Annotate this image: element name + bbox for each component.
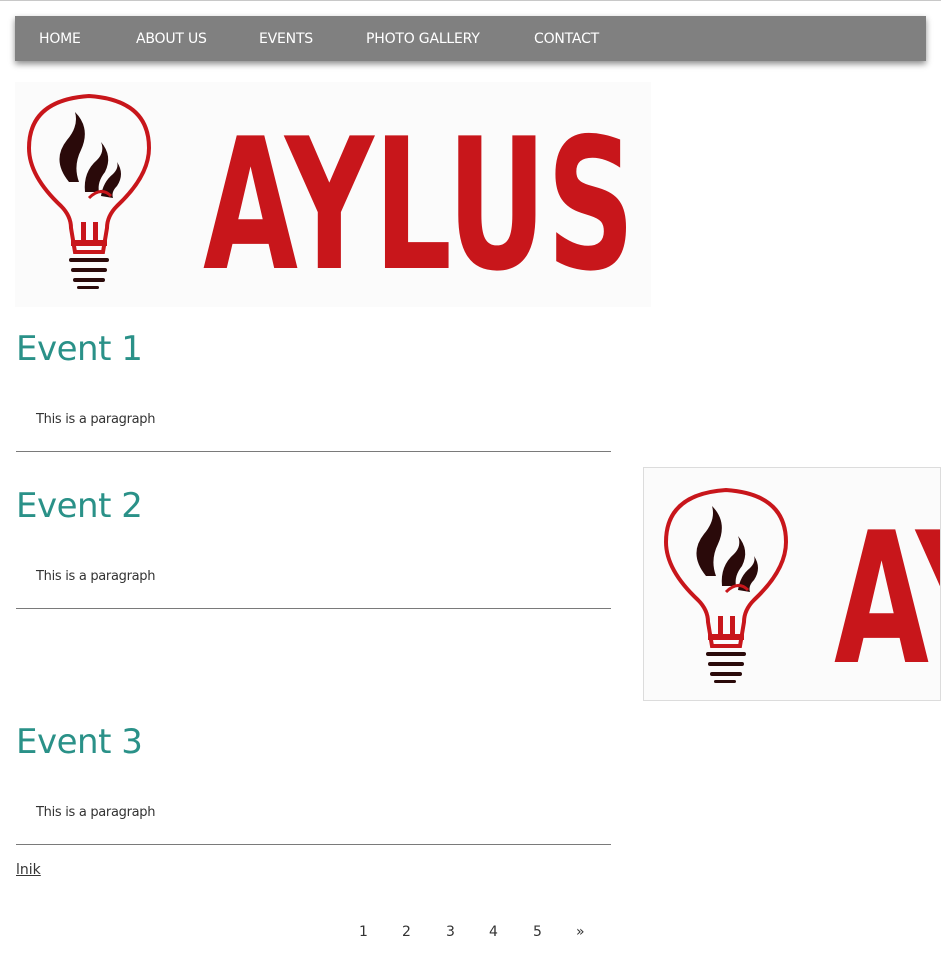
next-page-button[interactable]: » bbox=[576, 924, 585, 940]
text-link[interactable]: lnik bbox=[16, 862, 41, 878]
event-2-title: Event 2 bbox=[16, 486, 143, 526]
nav-events[interactable]: EVENTS bbox=[259, 16, 313, 61]
page-2[interactable]: 2 bbox=[402, 924, 411, 940]
logo-wordmark: AYLUS bbox=[203, 99, 635, 307]
logo-wordmark: AYLUS bbox=[834, 493, 941, 701]
event-3-paragraph: This is a paragraph bbox=[36, 805, 156, 820]
event-1-title: Event 1 bbox=[16, 329, 143, 369]
top-border-line bbox=[0, 0, 941, 1]
event-1-paragraph: This is a paragraph bbox=[36, 412, 156, 427]
event-1-divider bbox=[16, 451, 611, 452]
lightbulb-flame-icon: AYLUS bbox=[664, 488, 941, 701]
pagination: 1 2 3 4 5 » bbox=[0, 924, 941, 946]
nav-about-us[interactable]: ABOUT US bbox=[136, 16, 207, 61]
event-2-divider bbox=[16, 608, 611, 609]
main-navigation: HOME ABOUT US EVENTS PHOTO GALLERY CONTA… bbox=[15, 16, 926, 61]
event-3-divider bbox=[16, 844, 611, 845]
page-4[interactable]: 4 bbox=[489, 924, 498, 940]
site-logo: AYLUS bbox=[15, 82, 651, 307]
page-3[interactable]: 3 bbox=[446, 924, 455, 940]
event-3-title: Event 3 bbox=[16, 722, 143, 762]
page-1[interactable]: 1 bbox=[359, 924, 368, 940]
nav-home[interactable]: HOME bbox=[39, 16, 81, 61]
nav-contact[interactable]: CONTACT bbox=[534, 16, 599, 61]
event-2-paragraph: This is a paragraph bbox=[36, 569, 156, 584]
event-2-image: AYLUS bbox=[643, 467, 941, 701]
page-5[interactable]: 5 bbox=[533, 924, 542, 940]
lightbulb-flame-icon: AYLUS bbox=[27, 94, 635, 307]
nav-photo-gallery[interactable]: PHOTO GALLERY bbox=[366, 16, 480, 61]
